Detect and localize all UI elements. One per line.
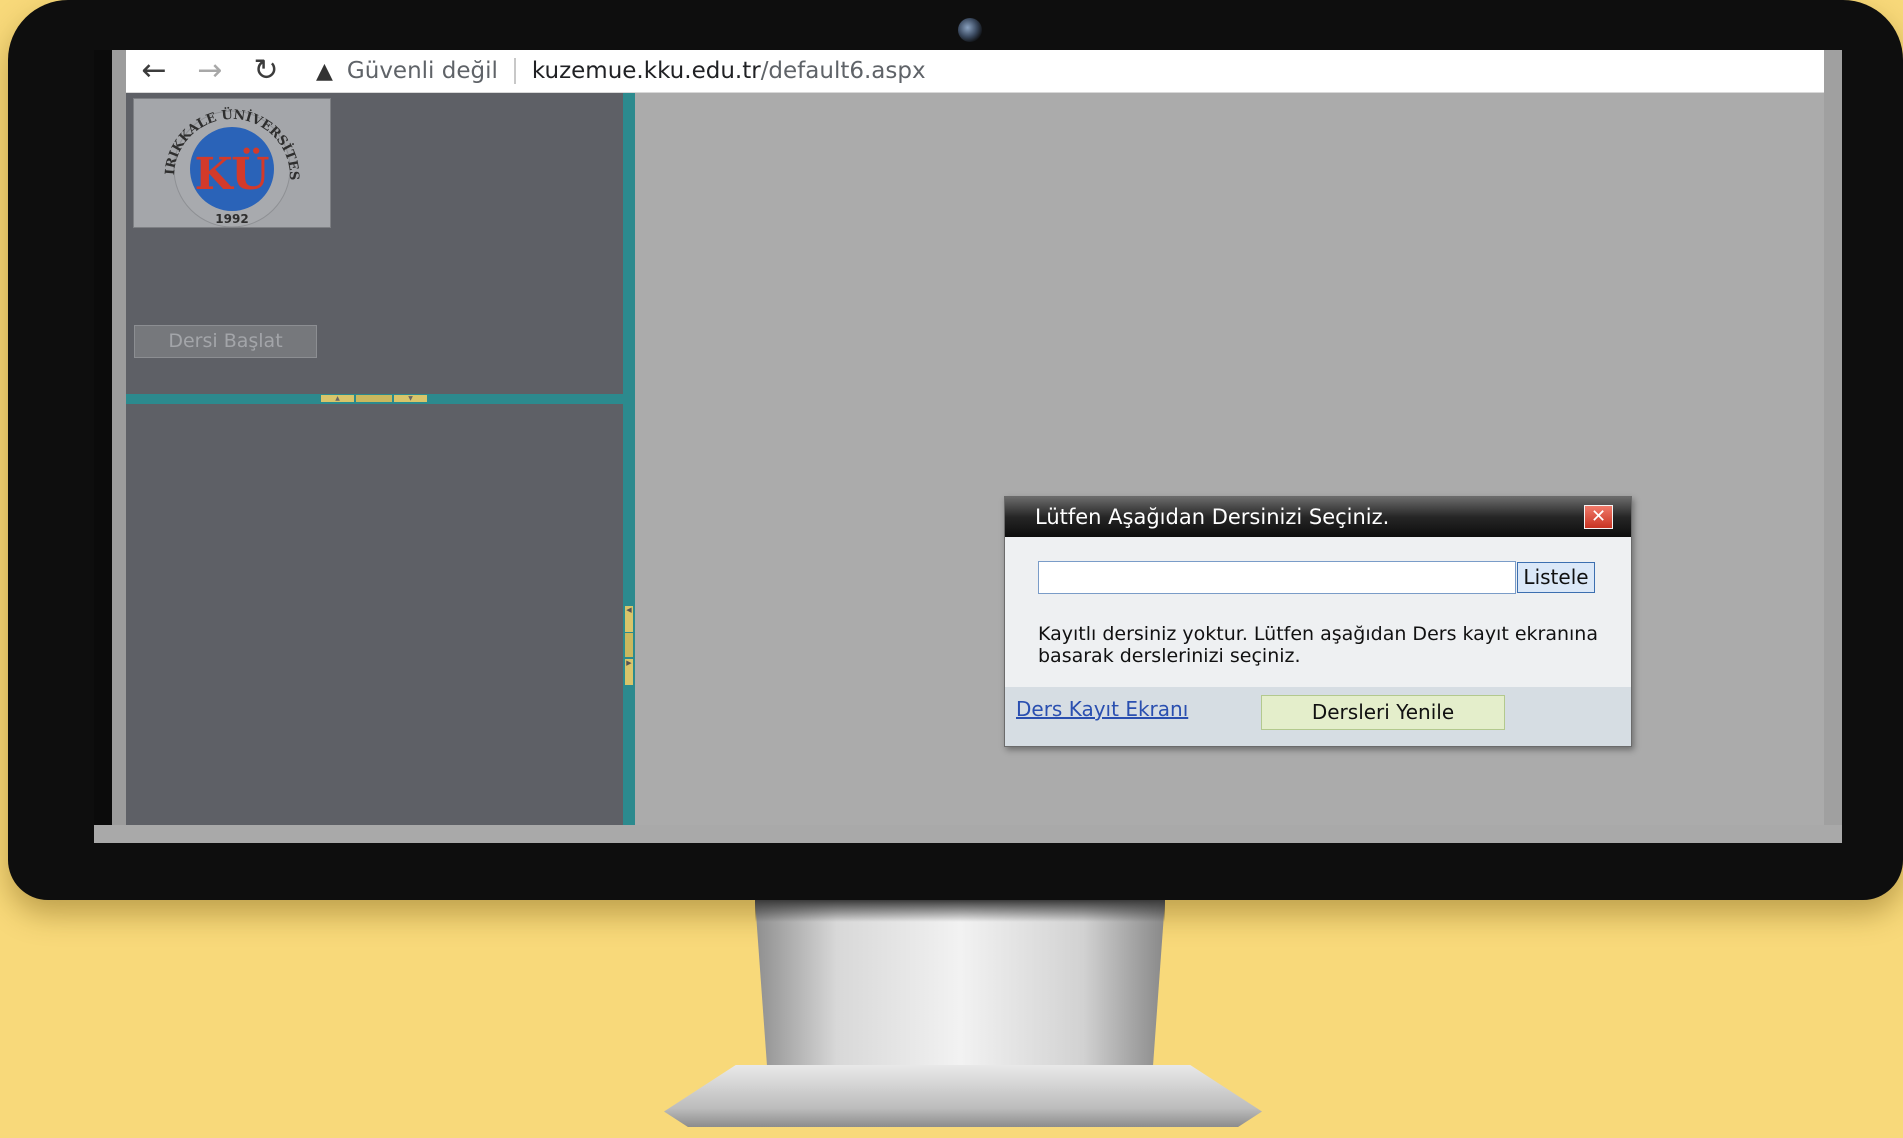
webcam-icon [958,18,982,42]
splitter-grip[interactable] [356,395,392,402]
course-select-dialog: Lütfen Aşağıdan Dersinizi Seçiniz. ✕ Lis… [1004,496,1632,747]
screen-edge [94,50,112,825]
monitor-foot [664,1065,1262,1127]
monitor-stand [755,900,1165,1070]
splitter-grip-vertical[interactable] [625,633,633,657]
refresh-courses-button[interactable]: Dersleri Yenile [1261,695,1505,730]
screen-bottom [94,825,1842,843]
university-logo: KIRIKKALE ÜNİVERSİTESİ KÜ 1992 [128,87,331,228]
collapse-right-icon[interactable]: ▶ [625,659,633,685]
svg-text:1992: 1992 [215,212,248,226]
screen-edge-right [1824,50,1842,825]
security-label[interactable]: Güvenli değil [347,58,498,84]
start-lesson-button[interactable]: Dersi Başlat [134,325,317,358]
collapse-down-icon[interactable]: ▼ [394,395,427,402]
warning-triangle-icon[interactable]: ▲ [316,59,333,84]
stand-shadow [755,900,1165,922]
vertical-splitter[interactable]: ◀ ▶ [623,93,635,825]
url-path: /default6.aspx [760,58,926,84]
horizontal-splitter[interactable]: ▲ ▼ [126,394,623,404]
forward-icon[interactable]: → [182,50,238,92]
back-icon[interactable]: ← [126,50,182,92]
logo-seal: KIRIKKALE ÜNİVERSİTESİ KÜ 1992 [128,87,301,228]
dialog-body: Listele Kayıtlı dersiniz yoktur. Lütfen … [1005,537,1631,687]
no-course-message: Kayıtlı dersiniz yoktur. Lütfen aşağıdan… [1038,623,1598,667]
dialog-title: Lütfen Aşağıdan Dersinizi Seçiniz. [1035,505,1390,529]
dialog-footer: Ders Kayıt Ekranı Dersleri Yenile [1005,687,1631,746]
url-host: kuzemue.kku.edu.tr [531,58,761,84]
list-button[interactable]: Listele [1517,562,1595,593]
separator [513,58,516,84]
course-registration-link[interactable]: Ders Kayıt Ekranı [1016,697,1188,721]
url-text[interactable]: kuzemue.kku.edu.tr/default6.aspx [532,58,926,84]
address-bar[interactable]: ▲ Güvenli değil kuzemue.kku.edu.tr/defau… [316,50,926,92]
left-top-pane: KIRIKKALE ÜNİVERSİTESİ KÜ 1992 Dersi Baş… [126,87,623,394]
svg-text:KÜ: KÜ [194,146,269,200]
close-icon[interactable]: ✕ [1584,505,1613,529]
monitor-frame: ← → ↻ ▲ Güvenli değil kuzemue.kku.edu.tr… [8,0,1903,900]
left-bottom-pane [126,404,623,825]
course-search-input[interactable] [1038,561,1516,594]
reload-icon[interactable]: ↻ [238,50,294,92]
dialog-titlebar[interactable]: Lütfen Aşağıdan Dersinizi Seçiniz. ✕ [1005,497,1631,537]
collapse-left-icon[interactable]: ◀ [625,606,633,632]
browser-toolbar: ← → ↻ ▲ Güvenli değil kuzemue.kku.edu.tr… [126,50,1824,93]
collapse-up-icon[interactable]: ▲ [321,395,354,402]
